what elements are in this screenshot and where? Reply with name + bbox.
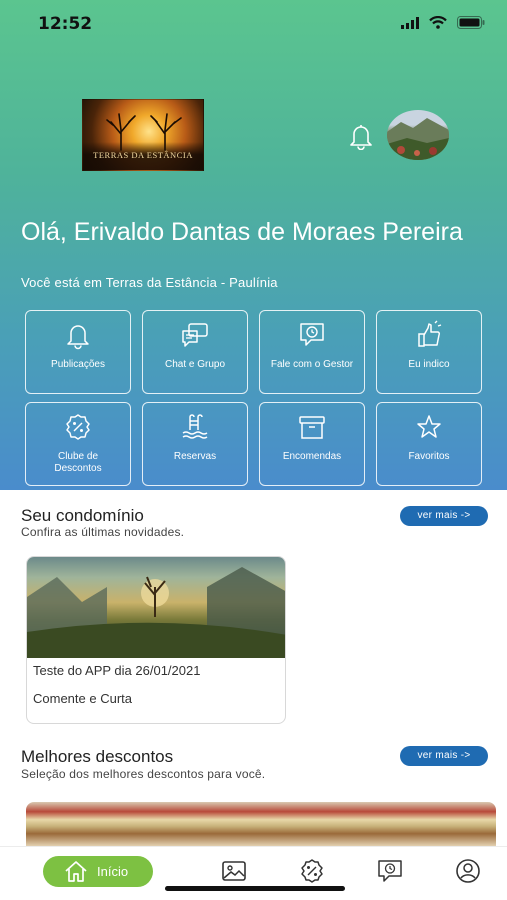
thumbs-up-icon bbox=[418, 320, 442, 347]
tile-label: Favoritos bbox=[408, 451, 450, 462]
discount-banner-image[interactable] bbox=[26, 802, 496, 846]
tile-fale-gestor[interactable]: Fale com o Gestor bbox=[259, 310, 365, 394]
location-text: Você está em Terras da Estância - Paulín… bbox=[21, 275, 278, 290]
descontos-see-more-button[interactable]: ver mais -> bbox=[400, 746, 488, 766]
pool-icon bbox=[182, 414, 208, 439]
tile-encomendas[interactable]: Encomendas bbox=[259, 402, 365, 486]
tile-label: Eu indico bbox=[408, 359, 450, 370]
chat-clock-icon[interactable] bbox=[377, 858, 403, 884]
condominium-logo: TERRAS DA ESTÂNCIA bbox=[82, 99, 204, 171]
tab-home-label: Início bbox=[97, 864, 129, 879]
condominio-see-more-button[interactable]: ver mais -> bbox=[400, 506, 488, 526]
tile-eu-indico[interactable]: Eu indico bbox=[376, 310, 482, 394]
tile-label: Clube de Descontos bbox=[54, 451, 102, 474]
tile-label: Encomendas bbox=[282, 451, 342, 462]
condominio-section-subtitle: Confira as últimas novidades. bbox=[21, 525, 185, 539]
tile-label: Publicações bbox=[51, 359, 105, 370]
discount-icon[interactable] bbox=[299, 858, 325, 884]
archive-box-icon bbox=[299, 416, 325, 439]
star-icon bbox=[417, 415, 441, 438]
status-time: 12:52 bbox=[38, 14, 93, 34]
tile-publicacoes[interactable]: Publicações bbox=[25, 310, 131, 394]
post-image bbox=[27, 557, 285, 658]
tile-label: Reservas bbox=[173, 451, 217, 462]
tile-chat-grupo[interactable]: Chat e Grupo bbox=[142, 310, 248, 394]
home-indicator bbox=[165, 886, 345, 891]
discount-badge-icon bbox=[66, 414, 90, 440]
post-body: Comente e Curta bbox=[33, 691, 132, 706]
signal-icon bbox=[401, 16, 419, 29]
bell-icon bbox=[67, 325, 89, 350]
status-bar: 12:52 bbox=[0, 0, 507, 48]
post-card[interactable]: Teste do APP dia 26/01/2021 Comente e Cu… bbox=[26, 556, 286, 724]
tile-clube-descontos[interactable]: Clube de Descontos bbox=[25, 402, 131, 486]
descontos-section-subtitle: Seleção dos melhores descontos para você… bbox=[21, 767, 266, 781]
message-clock-icon bbox=[300, 323, 324, 346]
profile-icon[interactable] bbox=[455, 858, 481, 884]
descontos-section-title: Melhores descontos bbox=[21, 747, 174, 766]
wifi-icon bbox=[429, 16, 447, 29]
home-icon bbox=[65, 861, 87, 882]
greeting-title: Olá, Erivaldo Dantas de Moraes Pereira bbox=[21, 218, 463, 246]
condominio-section-title: Seu condomínio bbox=[21, 506, 144, 525]
notifications-bell-icon[interactable] bbox=[346, 122, 376, 150]
tile-label: Fale com o Gestor bbox=[270, 359, 354, 370]
status-icons bbox=[401, 16, 485, 29]
battery-icon bbox=[457, 16, 485, 29]
chat-icon bbox=[182, 323, 208, 347]
tile-label: Chat e Grupo bbox=[164, 359, 226, 370]
avatar[interactable] bbox=[387, 110, 449, 160]
logo-text: TERRAS DA ESTÂNCIA bbox=[93, 150, 193, 160]
tile-reservas[interactable]: Reservas bbox=[142, 402, 248, 486]
gallery-icon[interactable] bbox=[221, 858, 247, 884]
tab-home[interactable]: Início bbox=[43, 856, 153, 887]
post-title: Teste do APP dia 26/01/2021 bbox=[33, 663, 201, 678]
tile-favoritos[interactable]: Favoritos bbox=[376, 402, 482, 486]
